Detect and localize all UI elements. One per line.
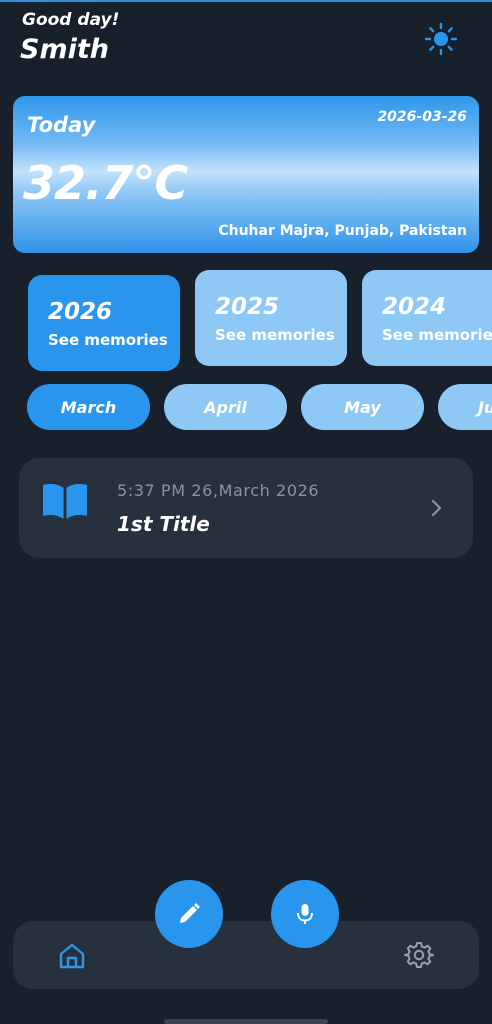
bottom-navigation [13, 921, 479, 989]
gesture-handle [164, 1019, 328, 1024]
pencil-icon [180, 903, 200, 923]
weather-card: Today 2026-03-26 32.7°C Chuhar Majra, Pu… [13, 96, 479, 253]
gear-icon[interactable] [404, 940, 434, 970]
weather-today-label: Today [27, 113, 96, 137]
voice-record-button[interactable] [271, 880, 339, 948]
year-card-2024[interactable]: 2024 See memories [362, 270, 492, 366]
entry-timestamp: 5:37 PM 26,March 2026 [117, 481, 320, 500]
user-name: Smith [20, 34, 109, 65]
entry-title: 1st Title [117, 512, 210, 536]
month-tab-may[interactable]: May [301, 384, 424, 430]
month-tab-june[interactable]: June [438, 384, 492, 430]
month-tab-march[interactable]: March [27, 384, 150, 430]
year-card-subtitle: See memories [215, 326, 335, 344]
chevron-right-icon [431, 499, 442, 517]
book-icon [43, 484, 87, 519]
memory-entry-card[interactable]: 5:37 PM 26,March 2026 1st Title [19, 458, 473, 558]
top-accent-line [0, 0, 492, 2]
weather-location: Chuhar Majra, Punjab, Pakistan [218, 223, 467, 239]
year-card-2026[interactable]: 2026 See memories [28, 275, 180, 371]
write-entry-button[interactable] [155, 880, 223, 948]
sun-icon[interactable] [424, 22, 458, 56]
year-card-2025[interactable]: 2025 See memories [195, 270, 347, 366]
year-card-year: 2024 [382, 294, 447, 320]
year-card-year: 2026 [48, 299, 113, 325]
month-tab-april[interactable]: April [164, 384, 287, 430]
microphone-icon [297, 904, 313, 924]
weather-date: 2026-03-26 [377, 109, 467, 125]
greeting-text: Good day! [22, 10, 120, 30]
weather-temperature: 32.7°C [23, 156, 188, 210]
home-icon[interactable] [57, 941, 87, 971]
year-card-subtitle: See memories [48, 331, 168, 349]
year-card-subtitle: See memories [382, 326, 492, 344]
year-card-year: 2025 [215, 294, 280, 320]
